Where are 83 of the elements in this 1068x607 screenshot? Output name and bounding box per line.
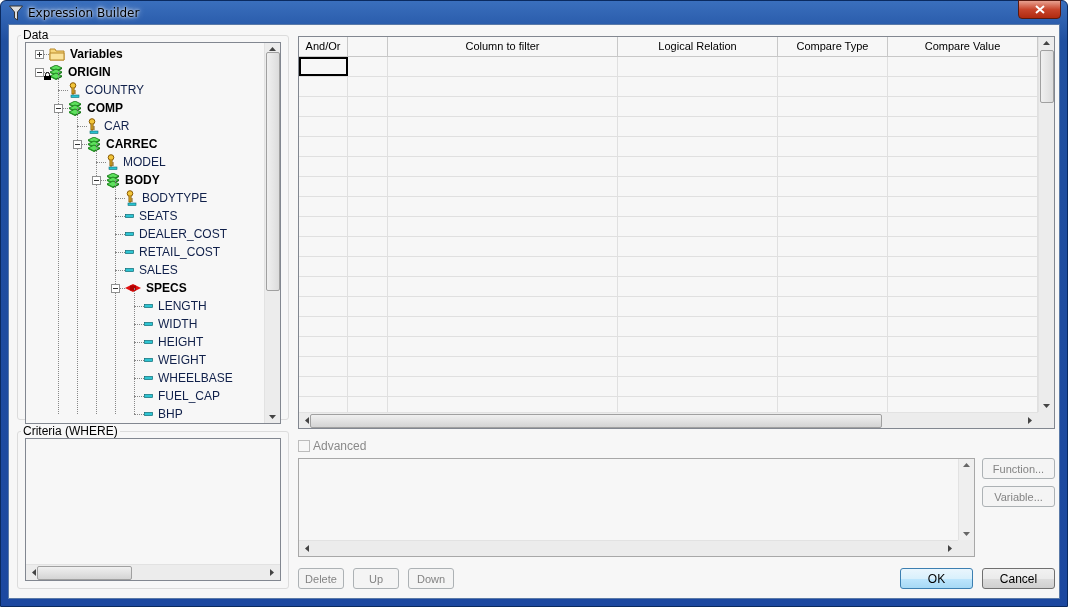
field-icon xyxy=(144,394,153,398)
expand-icon[interactable] xyxy=(35,49,44,59)
tree-item[interactable]: FUEL_CAP xyxy=(156,389,223,403)
horizontal-scrollbar[interactable] xyxy=(299,412,1038,428)
scrollbar-thumb[interactable] xyxy=(37,565,132,580)
tree-item[interactable]: BODYTYPE xyxy=(140,191,210,205)
tree-item[interactable]: SEATS xyxy=(137,209,180,223)
tree-item[interactable]: WIDTH xyxy=(156,317,200,331)
scrollbar-thumb[interactable] xyxy=(1039,50,1054,103)
tree-item[interactable]: WEIGHT xyxy=(156,353,208,367)
tree-item[interactable]: COUNTRY xyxy=(83,83,147,97)
field-icon xyxy=(144,358,153,362)
scroll-up-arrow-icon[interactable] xyxy=(1043,41,1050,45)
collapse-icon[interactable] xyxy=(111,283,120,293)
key-icon xyxy=(87,118,99,134)
field-icon xyxy=(144,340,153,344)
field-icon xyxy=(144,304,153,308)
scroll-down-arrow-icon[interactable] xyxy=(963,532,970,536)
tree-item[interactable]: CARREC xyxy=(104,137,160,151)
cube-stack-icon xyxy=(87,136,101,152)
tree-item[interactable]: CAR xyxy=(102,119,132,133)
tree-item[interactable]: BHP xyxy=(156,407,185,421)
diamond-icon xyxy=(125,284,141,292)
tree-item[interactable]: Variables xyxy=(68,47,125,61)
column-header[interactable]: And/Or xyxy=(299,37,348,56)
tree-item[interactable]: SALES xyxy=(137,263,180,277)
scroll-left-arrow-icon[interactable] xyxy=(305,417,309,424)
scroll-down-arrow-icon[interactable] xyxy=(269,415,276,419)
scroll-left-arrow-icon[interactable] xyxy=(305,545,309,552)
ok-button[interactable]: OK xyxy=(900,568,973,589)
field-icon xyxy=(144,412,153,416)
tree-item[interactable]: RETAIL_COST xyxy=(137,245,223,259)
collapse-icon[interactable] xyxy=(92,175,101,185)
field-icon xyxy=(125,232,134,236)
tree-item[interactable]: HEIGHT xyxy=(156,335,206,349)
close-button[interactable] xyxy=(1018,0,1061,19)
group-label: Criteria (WHERE) xyxy=(22,424,119,438)
vertical-scrollbar[interactable] xyxy=(264,43,280,423)
cube-stack-icon xyxy=(49,64,63,80)
group-label: Data xyxy=(22,28,50,42)
tree-item[interactable]: WHEELBASE xyxy=(156,371,235,385)
field-icon xyxy=(125,268,134,272)
collapse-icon[interactable] xyxy=(35,67,44,77)
column-header[interactable]: Logical Relation xyxy=(618,37,778,56)
vertical-scrollbar[interactable] xyxy=(1038,37,1054,412)
field-icon xyxy=(125,250,134,254)
scroll-up-arrow-icon[interactable] xyxy=(269,47,276,51)
scrollbar-thumb[interactable] xyxy=(265,52,280,291)
tree-item[interactable]: LENGTH xyxy=(156,299,209,313)
column-header[interactable]: Compare Type xyxy=(778,37,888,56)
tree-item[interactable]: DEALER_COST xyxy=(137,227,230,241)
field-icon xyxy=(144,376,153,380)
collapse-icon[interactable] xyxy=(73,139,82,149)
table-cell[interactable] xyxy=(299,57,348,76)
key-icon xyxy=(106,154,118,170)
scrollbar-thumb[interactable] xyxy=(310,413,882,428)
collapse-icon[interactable] xyxy=(54,103,63,113)
tree-item[interactable]: MODEL xyxy=(121,155,168,169)
cancel-button[interactable]: Cancel xyxy=(982,568,1055,589)
key-icon xyxy=(68,82,80,98)
folder-icon xyxy=(49,47,65,61)
tree-item[interactable]: COMP xyxy=(85,101,125,115)
horizontal-scrollbar[interactable] xyxy=(26,564,280,580)
vertical-scrollbar[interactable] xyxy=(958,459,974,540)
scroll-down-arrow-icon[interactable] xyxy=(1043,404,1050,408)
scroll-right-arrow-icon[interactable] xyxy=(1028,417,1032,424)
field-icon xyxy=(144,322,153,326)
scroll-right-arrow-icon[interactable] xyxy=(948,545,952,552)
close-icon xyxy=(1034,5,1045,14)
cube-stack-icon xyxy=(106,172,120,188)
scroll-up-arrow-icon[interactable] xyxy=(963,463,970,467)
horizontal-scrollbar[interactable] xyxy=(299,540,958,556)
scroll-left-arrow-icon[interactable] xyxy=(32,569,36,576)
scroll-right-arrow-icon[interactable] xyxy=(270,569,274,576)
tree-item[interactable]: BODY xyxy=(123,173,162,187)
cube-stack-icon xyxy=(68,100,82,116)
tree-item[interactable]: SPECS xyxy=(144,281,189,295)
window-title: Expression Builder xyxy=(28,5,140,20)
tree-item[interactable]: ORIGIN xyxy=(66,65,113,79)
filter-icon xyxy=(9,4,23,21)
field-icon xyxy=(125,214,134,218)
key-icon xyxy=(125,190,137,206)
column-header[interactable]: Column to filter xyxy=(388,37,618,56)
